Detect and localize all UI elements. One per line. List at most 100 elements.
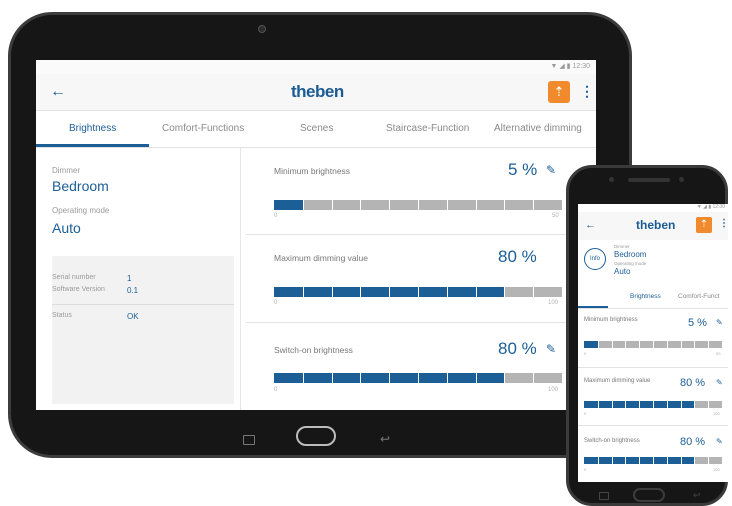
back-arrow-icon[interactable]: ← xyxy=(50,83,66,101)
slider-track[interactable] xyxy=(584,401,722,408)
setting-value: 80 % xyxy=(498,339,537,358)
slider-tick xyxy=(331,373,333,383)
tab-scenes[interactable]: Scenes xyxy=(300,111,333,147)
edit-pencil-icon[interactable]: ✎ xyxy=(546,342,556,356)
tab-staircase-function[interactable]: Staircase-Function xyxy=(386,111,469,147)
device-info-panel: Dimmer Bedroom Operating mode Auto Seria… xyxy=(36,148,241,410)
upload-button[interactable]: ⇡ xyxy=(548,81,570,103)
edit-pencil-icon[interactable]: ✎ xyxy=(716,437,723,446)
slider-tick xyxy=(694,457,696,464)
back-nav-icon[interactable]: ↩ xyxy=(380,432,390,446)
slider-track[interactable] xyxy=(584,341,722,348)
slider-tick xyxy=(504,373,506,383)
slider-tick xyxy=(389,200,391,210)
setting-card-maximum-dimming-value: Maximum dimming value 80 % ✎ 0 100 xyxy=(578,368,728,426)
edit-pencil-icon[interactable]: ✎ xyxy=(546,163,556,177)
tab-comfort-functions[interactable]: Comfort-Funct xyxy=(678,293,720,300)
setting-title: Maximum dimming value xyxy=(584,378,651,384)
home-button[interactable] xyxy=(296,426,336,446)
slider-tick xyxy=(389,373,391,383)
slider-tick xyxy=(639,401,641,408)
tablet-camera xyxy=(258,25,266,33)
setting-value: 80 % xyxy=(498,247,537,266)
theben-logo: theben xyxy=(291,82,344,101)
slider-tick xyxy=(475,287,477,297)
slider-tick xyxy=(680,341,682,348)
back-arrow-icon[interactable]: ← xyxy=(585,219,596,231)
slider-track[interactable] xyxy=(584,457,722,464)
phone-status-bar: ▼ ◢ ▮ 12:30 xyxy=(696,204,725,210)
overflow-menu-icon[interactable]: ⋮ xyxy=(580,83,594,100)
slider-tick xyxy=(597,401,599,408)
slider-max-label: 50 xyxy=(716,351,721,356)
device-type-label: Dimmer xyxy=(52,166,80,175)
edit-pencil-icon[interactable]: ✎ xyxy=(716,378,723,387)
slider-tick xyxy=(639,457,641,464)
device-name: Bedroom xyxy=(52,178,109,194)
overflow-menu-icon[interactable]: ⋮ xyxy=(719,218,728,229)
slider-tick xyxy=(666,401,668,408)
setting-card-minimum-brightness: Minimum brightness 5 % ✎ 0 50 xyxy=(578,309,728,368)
phone-speaker xyxy=(628,178,670,182)
tab-brightness[interactable]: Brightness xyxy=(630,293,661,300)
slider-tick xyxy=(708,401,710,408)
slider-max-label: 100 xyxy=(713,467,720,472)
slider-tick xyxy=(533,287,535,297)
slider-tick xyxy=(653,401,654,408)
slider-track[interactable] xyxy=(274,373,562,383)
slider-tick xyxy=(639,341,641,348)
operating-mode-label: Operating mode xyxy=(614,261,647,266)
phone-tab-bar: Brightness Comfort-Funct xyxy=(578,286,728,309)
slider-fill xyxy=(584,341,598,348)
slider-min-label: 0 xyxy=(584,351,587,356)
upload-icon: ⇡ xyxy=(553,84,565,99)
setting-title: Switch-on brightness xyxy=(584,438,640,444)
tab-brightness[interactable]: Brightness xyxy=(69,111,116,147)
slider-track[interactable] xyxy=(274,287,562,297)
recent-apps-icon[interactable] xyxy=(243,435,255,445)
phone-sensor xyxy=(609,177,614,182)
setting-title: Minimum brightness xyxy=(274,166,351,176)
serial-number-value: 1 xyxy=(127,274,132,283)
setting-value: 5 % xyxy=(508,160,538,179)
tab-comfort-functions[interactable]: Comfort-Functions xyxy=(162,111,244,147)
slider-tick xyxy=(475,200,477,210)
setting-card-maximum-dimming-value: Maximum dimming value 80 % 0 100 xyxy=(246,235,596,323)
slider-tick xyxy=(331,287,333,297)
slider-tick xyxy=(302,200,304,210)
upload-icon: ⇡ xyxy=(699,219,709,230)
slider-tick xyxy=(446,287,448,297)
slider-tick xyxy=(360,373,362,383)
upload-button[interactable]: ⇡ xyxy=(696,217,712,233)
slider-fill xyxy=(274,200,303,210)
tab-alternative-dimming[interactable]: Alternative dimming xyxy=(494,111,582,147)
slider-min-label: 0 xyxy=(274,387,278,393)
software-version-value: 0.1 xyxy=(127,286,139,295)
setting-card-switch-on-brightness: Switch-on brightness 80 % ✎ 0 100 xyxy=(246,323,596,410)
slider-tick xyxy=(708,457,710,464)
phone-camera xyxy=(679,177,684,182)
slider-max-label: 100 xyxy=(548,300,559,306)
slider-tick xyxy=(680,457,682,464)
slider-min-label: 0 xyxy=(274,213,278,219)
slider-tick xyxy=(446,200,448,210)
home-button[interactable] xyxy=(633,488,665,502)
slider-tick xyxy=(694,401,696,408)
phone-app-bar: ← theben ⇡ ⋮ xyxy=(578,212,728,240)
device-details-box: Serial number 1 Software Version 0.1 Sta… xyxy=(52,256,234,404)
recent-apps-icon[interactable] xyxy=(599,492,609,500)
back-nav-icon[interactable]: ↩ xyxy=(693,490,701,501)
info-button[interactable]: Info xyxy=(584,248,606,270)
tab-bar: Brightness Comfort-Functions Scenes Stai… xyxy=(36,111,596,148)
active-tab-indicator xyxy=(36,144,149,147)
slider-tick xyxy=(418,373,419,383)
slider-tick xyxy=(418,200,419,210)
settings-panel: Minimum brightness 5 % ✎ 0 50 Maximum di… xyxy=(246,148,596,410)
setting-value: 80 % xyxy=(680,377,706,389)
status-label: Status xyxy=(52,312,72,319)
edit-pencil-icon[interactable]: ✎ xyxy=(716,318,723,327)
slider-tick xyxy=(708,341,710,348)
phone-screen: ▼ ◢ ▮ 12:30 ← theben ⇡ ⋮ Info Dimmer Bed… xyxy=(578,204,728,482)
slider-track[interactable] xyxy=(274,200,562,210)
slider-max-label: 100 xyxy=(713,411,720,416)
